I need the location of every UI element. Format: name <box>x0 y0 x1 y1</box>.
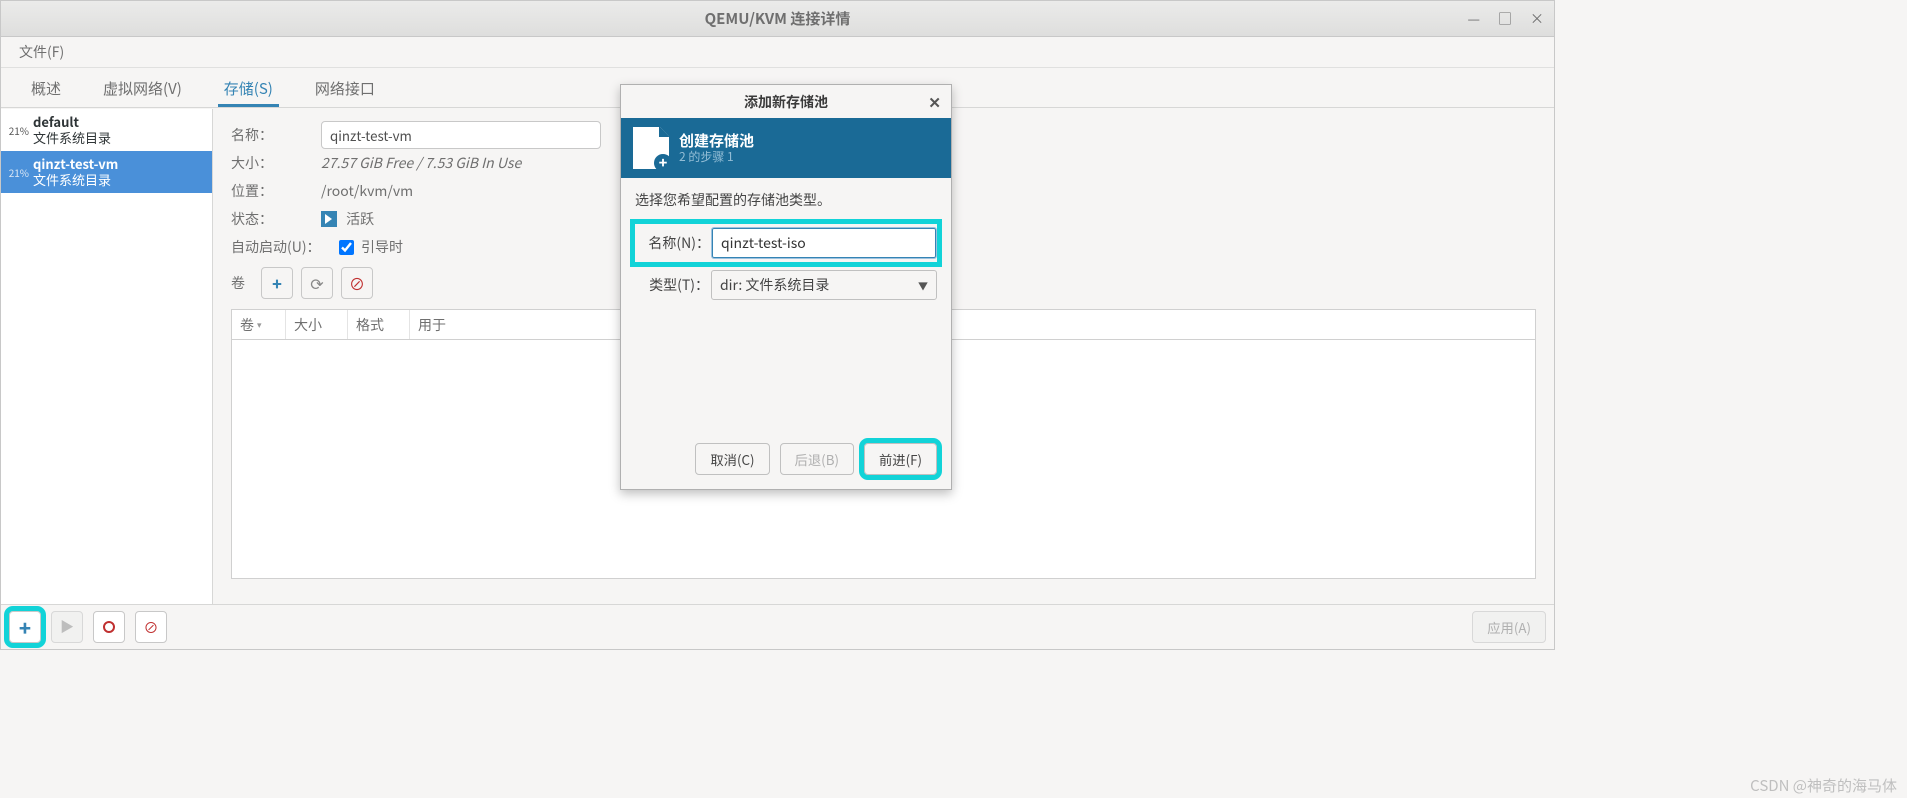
pool-item-default[interactable]: 21% default 文件系统目录 <box>1 109 212 151</box>
label-state: 状态： <box>231 209 321 229</box>
minimize-icon[interactable]: — <box>1467 9 1480 29</box>
label-name: 名称： <box>231 125 321 145</box>
cancel-button[interactable]: 取消(C) <box>695 443 769 475</box>
label-volume: 卷 <box>231 273 253 293</box>
start-pool-button: ▶ <box>51 611 83 643</box>
maximize-icon[interactable]: □ <box>1498 9 1512 29</box>
dialog-titlebar[interactable]: 添加新存储池 ✕ <box>621 85 951 118</box>
label-size: 大小： <box>231 153 321 173</box>
watermark: CSDN @神奇的海马体 <box>1750 775 1897 796</box>
apply-button: 应用(A) <box>1472 611 1546 643</box>
pool-size-value: 27.57 GiB Free / 7.53 GiB In Use <box>321 153 521 173</box>
label-location: 位置： <box>231 181 321 201</box>
type-value: dir: 文件系统目录 <box>720 275 829 295</box>
close-icon[interactable]: × <box>1530 9 1544 29</box>
delete-volume-button[interactable]: ⊘ <box>341 267 373 299</box>
forward-button[interactable]: 前进(F) <box>864 443 937 475</box>
col-volume[interactable]: 卷▾ <box>232 310 286 339</box>
pool-text: qinzt-test-vm 文件系统目录 <box>33 156 118 189</box>
menubar: 文件(F) <box>1 37 1554 68</box>
col-format[interactable]: 格式 <box>348 310 410 339</box>
pool-item-qinzt-test-vm[interactable]: 21% qinzt-test-vm 文件系统目录 <box>1 151 212 193</box>
stop-pool-button[interactable] <box>93 611 125 643</box>
dialog-type-label: 类型(T)： <box>635 275 711 295</box>
dialog-banner: 创建存储池 2 的步骤 1 <box>621 118 951 178</box>
chevron-down-icon: ▼ <box>918 278 928 293</box>
dialog-close-button[interactable]: ✕ <box>928 92 941 113</box>
tab-overview[interactable]: 概述 <box>25 70 67 107</box>
pool-name-input[interactable] <box>321 121 601 149</box>
window-controls: — □ × <box>1467 9 1544 29</box>
name-row: 名称(N)： <box>635 224 937 262</box>
autostart-text: 引导时 <box>361 237 403 257</box>
pool-name-field[interactable] <box>712 228 936 258</box>
refresh-button[interactable]: ⟳ <box>301 267 333 299</box>
dialog-buttons: 取消(C) 后退(B) 前进(F) <box>695 443 937 475</box>
pool-usage-pct: 21% <box>7 123 29 138</box>
pool-type: 文件系统目录 <box>33 130 111 146</box>
pool-type: 文件系统目录 <box>33 172 118 188</box>
sort-icon: ▾ <box>257 318 262 331</box>
col-size[interactable]: 大小 <box>286 310 348 339</box>
pool-usage-pct: 21% <box>7 165 29 180</box>
document-add-icon <box>633 127 669 169</box>
storage-pool-list: 21% default 文件系统目录 21% qinzt-test-vm 文件系… <box>1 109 213 604</box>
label-autostart: 自动启动(U)： <box>231 237 335 257</box>
banner-text: 创建存储池 2 的步骤 1 <box>679 132 754 164</box>
banner-step: 2 的步骤 1 <box>679 150 754 164</box>
tab-network-interface[interactable]: 网络接口 <box>309 70 381 107</box>
dialog-body: 选择您希望配置的存储池类型。 名称(N)： 类型(T)： dir: 文件系统目录… <box>621 178 951 320</box>
dialog-title: 添加新存储池 <box>744 92 828 112</box>
pool-state-value: 活跃 <box>321 209 374 229</box>
state-text: 活跃 <box>346 209 374 229</box>
add-storage-pool-dialog: 添加新存储池 ✕ 创建存储池 2 的步骤 1 选择您希望配置的存储池类型。 名称… <box>620 84 952 490</box>
record-icon <box>103 621 115 633</box>
autostart-checkbox[interactable] <box>339 240 354 255</box>
pool-location-value: /root/kvm/vm <box>321 181 413 201</box>
col-used-by[interactable]: 用于 <box>410 310 1535 339</box>
menu-file[interactable]: 文件(F) <box>11 42 72 62</box>
add-pool-button[interactable]: + <box>9 611 41 643</box>
dialog-name-label: 名称(N)： <box>636 233 712 253</box>
pool-type-select[interactable]: dir: 文件系统目录 ▼ <box>711 270 937 300</box>
pool-text: default 文件系统目录 <box>33 114 111 147</box>
titlebar[interactable]: QEMU/KVM 连接详情 — □ × <box>1 1 1554 37</box>
dialog-prompt: 选择您希望配置的存储池类型。 <box>635 190 937 210</box>
back-button: 后退(B) <box>780 443 854 475</box>
add-volume-button[interactable]: + <box>261 267 293 299</box>
type-row: 类型(T)： dir: 文件系统目录 ▼ <box>635 266 937 304</box>
bottom-toolbar: + ▶ ⊘ 应用(A) <box>1 604 1554 649</box>
play-icon <box>321 211 337 227</box>
window-title: QEMU/KVM 连接详情 <box>705 8 851 29</box>
tab-virtual-network[interactable]: 虚拟网络(V) <box>97 70 188 107</box>
delete-pool-button[interactable]: ⊘ <box>135 611 167 643</box>
tab-storage[interactable]: 存储(S) <box>218 70 279 107</box>
